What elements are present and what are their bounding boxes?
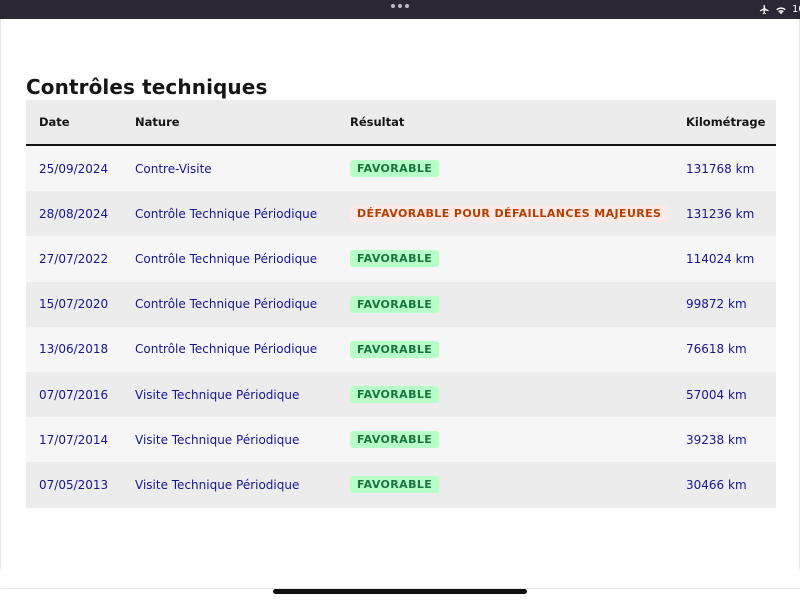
cell-nature: Visite Technique Périodique (135, 387, 300, 402)
table-row: 07/07/2016 Visite Technique Périodique FAV… (26, 371, 776, 418)
status-badge-favorable: FAVORABLE (350, 250, 440, 268)
cell-date: 25/09/2024 (39, 161, 109, 176)
cell-nature: Visite Technique Périodique (135, 432, 300, 447)
cell-nature: Contrôle Technique Périodique (135, 297, 318, 312)
table-row: 13/06/2018 Contrôle Technique Périodique F… (26, 326, 776, 372)
cell-date: 17/07/2014 (39, 432, 109, 447)
cell-nature: Visite Technique Périodique (135, 477, 300, 492)
table-row: 27/07/2022 Contrôle Technique Périodique F… (26, 236, 776, 282)
cell-date: 07/07/2016 (39, 387, 109, 402)
table-row: 28/08/2024 Contrôle Technique Périodique D… (26, 191, 776, 237)
cell-nature: Contre-Visite (135, 161, 212, 176)
status-badge-favorable: FAVORABLE (350, 476, 440, 494)
cell-km: 99872 km (686, 297, 747, 312)
status-badge-favorable: FAVORABLE (350, 160, 440, 178)
inspections-table: Date Nature Résultat Kilométrage 25/09/2… (26, 100, 776, 508)
table-row: 25/09/2024 Contre-Visite FAVORABLE 131768 k… (26, 146, 776, 192)
cell-km: 131236 km (686, 206, 755, 221)
cell-date: 15/07/2020 (39, 297, 109, 312)
cell-date: 27/07/2022 (39, 251, 109, 266)
status-badge-favorable: FAVORABLE (350, 295, 440, 313)
cell-km: 39238 km (686, 432, 747, 447)
cell-result: FAVORABLE (337, 327, 673, 372)
cell-result: FAVORABLE (337, 417, 673, 462)
table-row: 15/07/2020 Contrôle Technique Périodique F… (26, 281, 776, 327)
status-badge-defavorable: DÉFAVORABLE POUR DÉFAILLANCES MAJEURES (350, 205, 669, 223)
header-result: Résultat (350, 115, 405, 129)
cell-result: FAVORABLE (337, 282, 673, 327)
cell-nature: Contrôle Technique Périodique (135, 342, 318, 357)
wifi-icon (776, 6, 786, 14)
cell-date: 28/08/2024 (39, 206, 109, 221)
cell-km: 131768 km (686, 161, 755, 176)
app-window: Contrôles techniques Date Nature Résulta… (0, 19, 800, 589)
cell-result: DÉFAVORABLE POUR DÉFAILLANCES MAJEURES (337, 191, 673, 236)
status-badge-favorable: FAVORABLE (350, 386, 440, 404)
table-row: 07/05/2013 Visite Technique Périodique FAV… (26, 462, 776, 508)
status-badge-favorable: FAVORABLE (350, 431, 440, 449)
page-title: Contrôles techniques (26, 75, 268, 99)
cell-km: 114024 km (686, 251, 755, 266)
cell-km: 57004 km (686, 387, 747, 402)
multitasking-dots-icon[interactable] (391, 4, 409, 8)
cell-km: 30466 km (686, 477, 747, 492)
cell-nature: Contrôle Technique Périodique (135, 206, 318, 221)
battery-percentage: 10 (792, 4, 800, 15)
status-indicators: 10 (759, 0, 800, 19)
status-badge-favorable: FAVORABLE (350, 340, 440, 358)
cell-result: FAVORABLE (337, 236, 673, 281)
cell-km: 76618 km (686, 342, 747, 357)
cell-result: FAVORABLE (337, 146, 673, 191)
airplane-mode-icon (759, 4, 769, 15)
cell-result: FAVORABLE (337, 372, 673, 417)
status-bar: 10 (0, 0, 800, 19)
cell-date: 07/05/2013 (39, 477, 109, 492)
header-nature: Nature (135, 115, 180, 129)
header-km: Kilométrage (686, 115, 766, 129)
cell-nature: Contrôle Technique Périodique (135, 251, 318, 266)
table-body: 25/09/2024 Contre-Visite FAVORABLE 131768 k… (26, 146, 776, 508)
table-header: Date Nature Résultat Kilométrage (26, 100, 776, 146)
cell-date: 13/06/2018 (39, 342, 109, 357)
cell-result: FAVORABLE (337, 462, 673, 507)
table-row: 17/07/2014 Visite Technique Périodique FAV… (26, 417, 776, 463)
home-indicator[interactable] (273, 589, 527, 594)
header-date: Date (39, 115, 70, 129)
